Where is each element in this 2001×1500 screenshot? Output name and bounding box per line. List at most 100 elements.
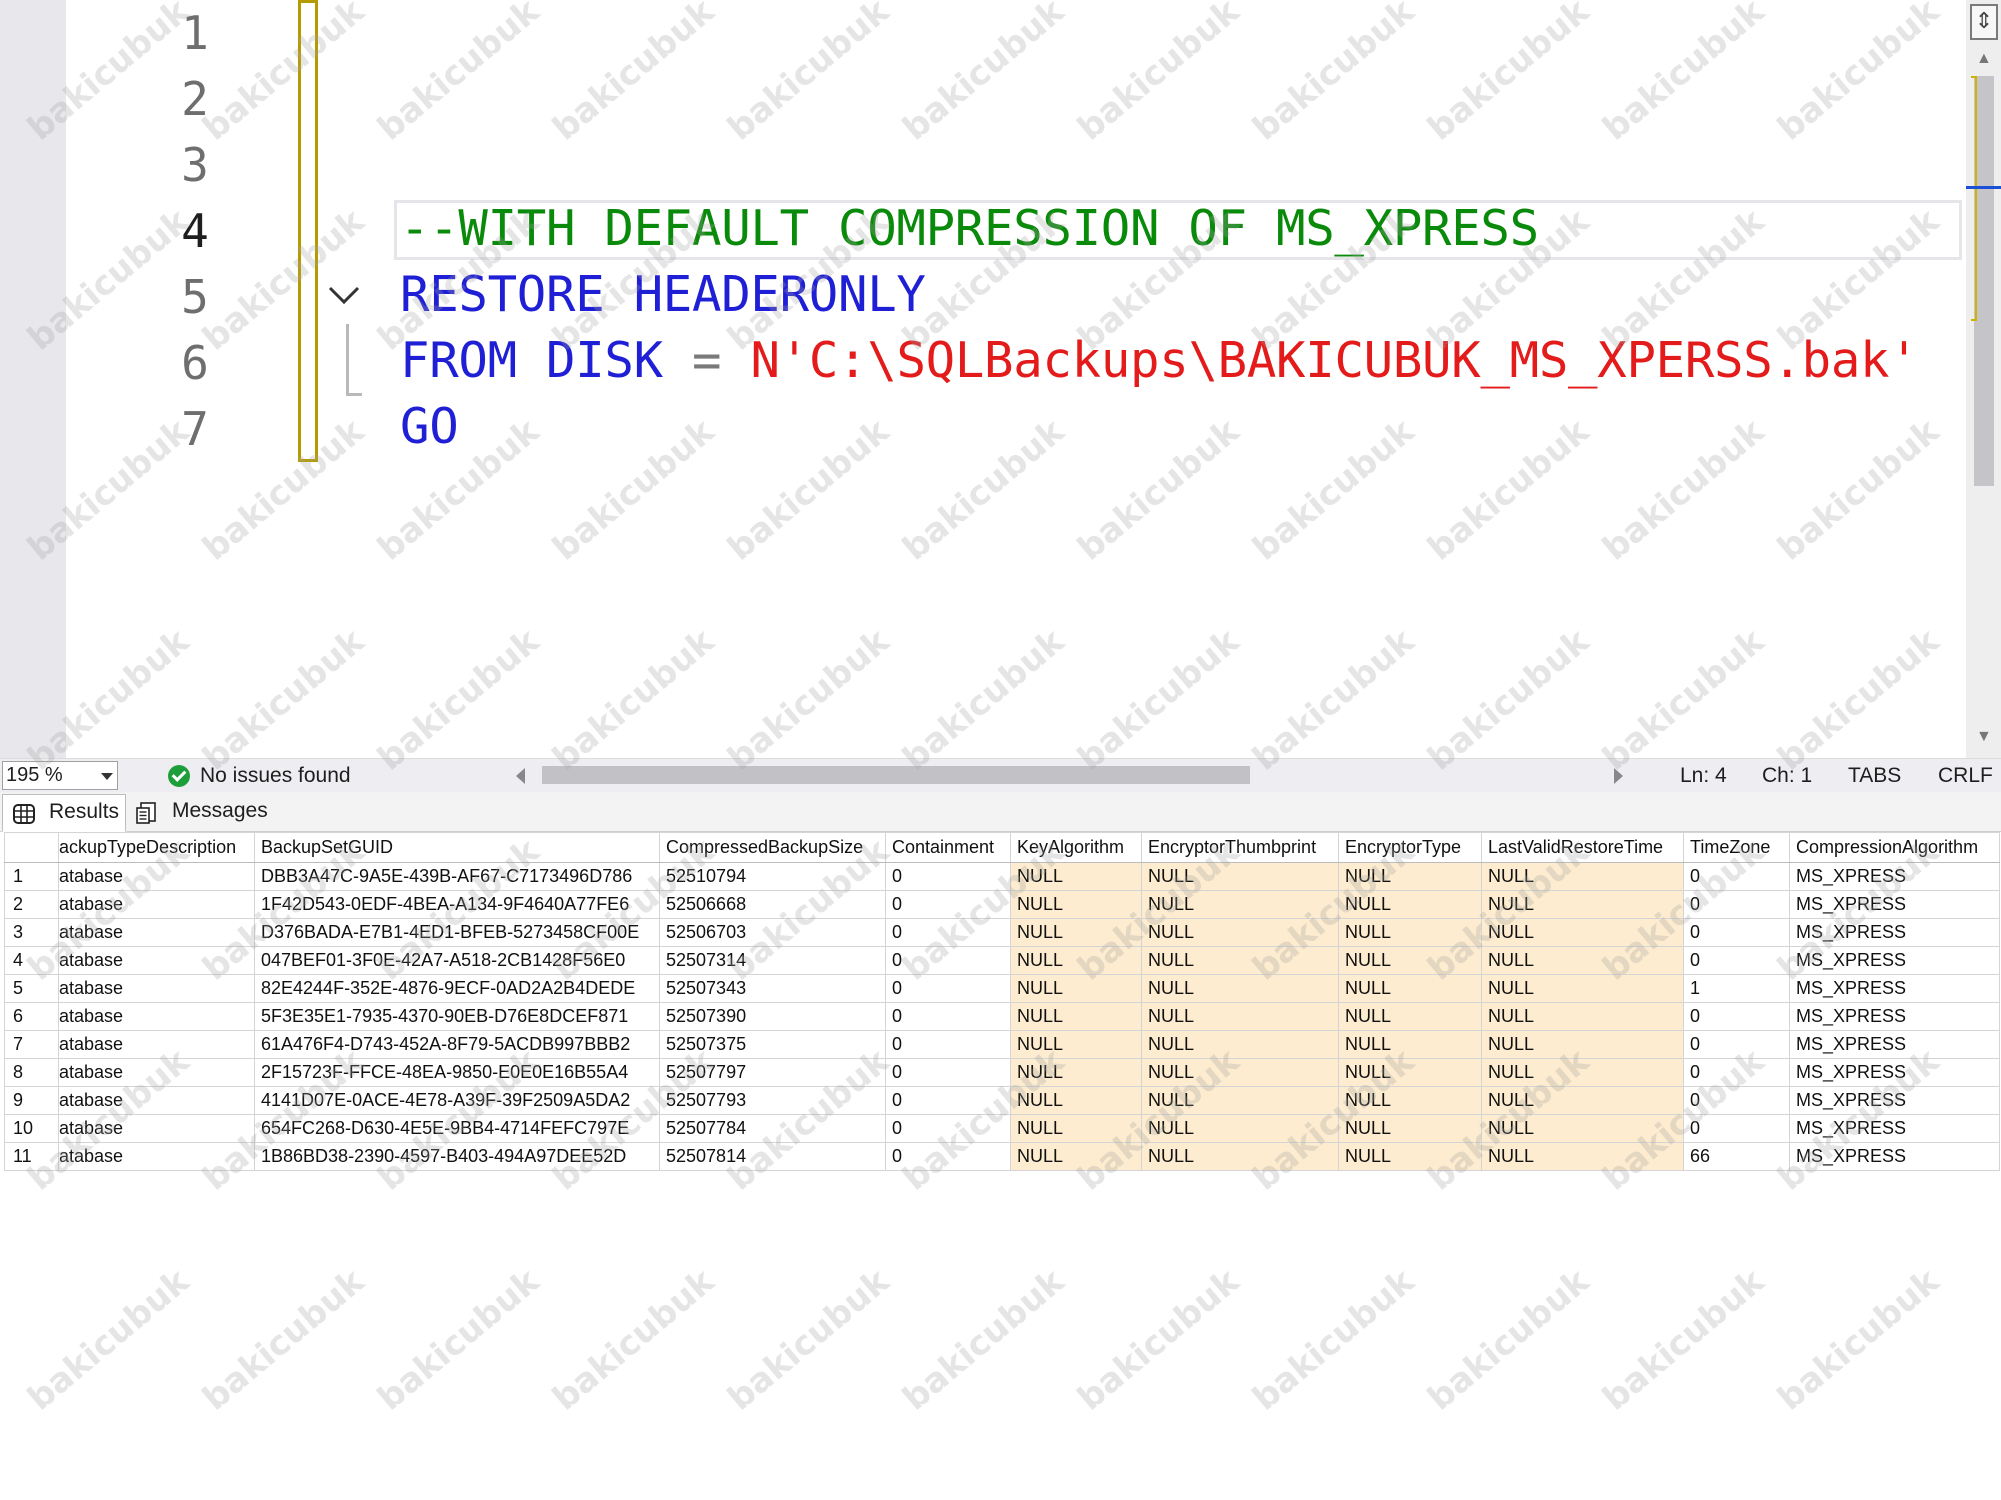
table-cell[interactable]: NULL <box>1141 1030 1339 1059</box>
table-cell[interactable]: 047BEF01-3F0E-42A7-A518-2CB1428F56E0 <box>254 946 660 975</box>
table-cell[interactable]: NULL <box>1338 890 1482 919</box>
table-cell[interactable]: 52507314 <box>659 946 886 975</box>
table-cell[interactable]: 5F3E35E1-7935-4370-90EB-D76E8DCEF871 <box>254 1002 660 1031</box>
table-cell[interactable]: MS_XPRESS <box>1789 946 2000 975</box>
table-cell[interactable]: NULL <box>1141 946 1339 975</box>
column-header[interactable]: EncryptorType <box>1338 832 1482 863</box>
row-number[interactable]: 5 <box>4 974 59 1003</box>
table-row[interactable]: 11 atabase 1B86BD38-2390-4597-B403-494A97D… <box>4 1142 2000 1171</box>
table-row[interactable]: 4 atabase 047BEF01-3F0E-42A7-A518-2CB1428F… <box>4 946 2000 975</box>
table-cell[interactable]: MS_XPRESS <box>1789 1002 2000 1031</box>
table-cell[interactable]: NULL <box>1010 918 1142 947</box>
results-grid[interactable]: ackupTypeDescription BackupSetGUID Compr… <box>0 832 2001 1500</box>
column-header[interactable]: TimeZone <box>1683 832 1790 863</box>
table-cell[interactable]: atabase <box>58 1058 255 1087</box>
table-cell[interactable]: 1 <box>1683 974 1790 1003</box>
table-cell[interactable]: DBB3A47C-9A5E-439B-AF67-C7173496D786 <box>254 862 660 891</box>
table-cell[interactable]: 0 <box>1683 1002 1790 1031</box>
table-cell[interactable]: 61A476F4-D743-452A-8F79-5ACDB997BBB2 <box>254 1030 660 1059</box>
row-number[interactable]: 9 <box>4 1086 59 1115</box>
table-cell[interactable]: 82E4244F-352E-4876-9ECF-0AD2A2B4DEDE <box>254 974 660 1003</box>
table-cell[interactable]: 0 <box>885 1086 1011 1115</box>
indent-mode[interactable]: TABS <box>1848 762 1901 790</box>
table-cell[interactable]: NULL <box>1141 1114 1339 1143</box>
table-cell[interactable]: atabase <box>58 862 255 891</box>
row-number[interactable]: 7 <box>4 1030 59 1059</box>
row-number[interactable]: 8 <box>4 1058 59 1087</box>
table-cell[interactable]: 0 <box>1683 890 1790 919</box>
table-cell[interactable]: NULL <box>1481 1142 1684 1171</box>
table-cell[interactable]: atabase <box>58 974 255 1003</box>
table-cell[interactable]: 52506668 <box>659 890 886 919</box>
table-cell[interactable]: NULL <box>1481 918 1684 947</box>
table-cell[interactable]: 52507793 <box>659 1086 886 1115</box>
table-cell[interactable]: NULL <box>1481 1058 1684 1087</box>
table-cell[interactable]: atabase <box>58 946 255 975</box>
table-cell[interactable]: NULL <box>1010 1058 1142 1087</box>
table-cell[interactable]: 0 <box>885 1002 1011 1031</box>
column-header[interactable]: EncryptorThumbprint <box>1141 832 1339 863</box>
table-cell[interactable]: NULL <box>1338 1086 1482 1115</box>
table-cell[interactable]: 0 <box>885 974 1011 1003</box>
table-cell[interactable]: MS_XPRESS <box>1789 1086 2000 1115</box>
table-cell[interactable]: 0 <box>885 1114 1011 1143</box>
table-cell[interactable]: NULL <box>1338 946 1482 975</box>
table-cell[interactable]: NULL <box>1481 946 1684 975</box>
table-cell[interactable]: MS_XPRESS <box>1789 1058 2000 1087</box>
table-cell[interactable]: 0 <box>1683 1114 1790 1143</box>
table-cell[interactable]: 0 <box>885 1142 1011 1171</box>
table-cell[interactable]: NULL <box>1338 1058 1482 1087</box>
line-indicator[interactable]: Ln: 4 <box>1680 762 1727 790</box>
table-cell[interactable]: MS_XPRESS <box>1789 862 2000 891</box>
table-cell[interactable]: MS_XPRESS <box>1789 1114 2000 1143</box>
query-editor[interactable]: 1 2 3 4 5 6 7 --WITH DEFAULT COMPRESSION… <box>0 0 2001 758</box>
table-cell[interactable]: NULL <box>1481 862 1684 891</box>
row-number[interactable]: 10 <box>4 1114 59 1143</box>
table-cell[interactable]: 52510794 <box>659 862 886 891</box>
table-cell[interactable]: atabase <box>58 1142 255 1171</box>
table-cell[interactable]: NULL <box>1481 1002 1684 1031</box>
table-cell[interactable]: 66 <box>1683 1142 1790 1171</box>
table-cell[interactable]: 52507375 <box>659 1030 886 1059</box>
table-cell[interactable]: MS_XPRESS <box>1789 918 2000 947</box>
table-cell[interactable]: NULL <box>1010 1002 1142 1031</box>
column-indicator[interactable]: Ch: 1 <box>1762 762 1812 790</box>
column-header[interactable]: CompressionAlgorithm <box>1789 832 2000 863</box>
scroll-right-arrow-icon[interactable] <box>1614 768 1623 784</box>
horizontal-scrollbar-thumb[interactable] <box>542 766 1250 784</box>
column-header[interactable]: KeyAlgorithm <box>1010 832 1142 863</box>
table-cell[interactable]: 4141D07E-0ACE-4E78-A39F-39F2509A5DA2 <box>254 1086 660 1115</box>
table-cell[interactable]: 1F42D543-0EDF-4BEA-A134-9F4640A77FE6 <box>254 890 660 919</box>
collapse-chevron-icon[interactable] <box>326 280 362 310</box>
table-cell[interactable]: 52506703 <box>659 918 886 947</box>
table-cell[interactable]: MS_XPRESS <box>1789 890 2000 919</box>
code-line-4[interactable]: --WITH DEFAULT COMPRESSION OF MS_XPRESS <box>400 196 1539 262</box>
table-cell[interactable]: 0 <box>885 946 1011 975</box>
table-cell[interactable]: NULL <box>1481 890 1684 919</box>
table-row[interactable]: 5 atabase 82E4244F-352E-4876-9ECF-0AD2A2B4… <box>4 974 2000 1003</box>
table-cell[interactable]: 0 <box>885 890 1011 919</box>
table-cell[interactable]: NULL <box>1141 862 1339 891</box>
table-cell[interactable]: NULL <box>1338 862 1482 891</box>
table-cell[interactable]: atabase <box>58 1086 255 1115</box>
table-cell[interactable]: 654FC268-D630-4E5E-9BB4-4714FEFC797E <box>254 1114 660 1143</box>
table-cell[interactable]: NULL <box>1141 890 1339 919</box>
table-cell[interactable]: 52507797 <box>659 1058 886 1087</box>
table-cell[interactable]: NULL <box>1141 1058 1339 1087</box>
code-line-7[interactable]: GO <box>400 394 459 460</box>
table-cell[interactable]: atabase <box>58 1030 255 1059</box>
code-line-5[interactable]: RESTORE HEADERONLY <box>400 262 926 328</box>
row-number[interactable]: 11 <box>4 1142 59 1171</box>
table-cell[interactable]: NULL <box>1141 1002 1339 1031</box>
row-number[interactable]: 2 <box>4 890 59 919</box>
table-cell[interactable]: 52507814 <box>659 1142 886 1171</box>
column-header[interactable]: LastValidRestoreTime <box>1481 832 1684 863</box>
table-cell[interactable]: NULL <box>1481 1030 1684 1059</box>
table-cell[interactable]: 0 <box>1683 1086 1790 1115</box>
table-cell[interactable]: 0 <box>1683 1030 1790 1059</box>
table-cell[interactable]: 2F15723F-FFCE-48EA-9850-E0E0E16B55A4 <box>254 1058 660 1087</box>
table-cell[interactable]: atabase <box>58 1114 255 1143</box>
table-cell[interactable]: NULL <box>1010 974 1142 1003</box>
table-cell[interactable]: NULL <box>1010 890 1142 919</box>
scroll-up-arrow-icon[interactable]: ▲ <box>1976 50 1992 68</box>
